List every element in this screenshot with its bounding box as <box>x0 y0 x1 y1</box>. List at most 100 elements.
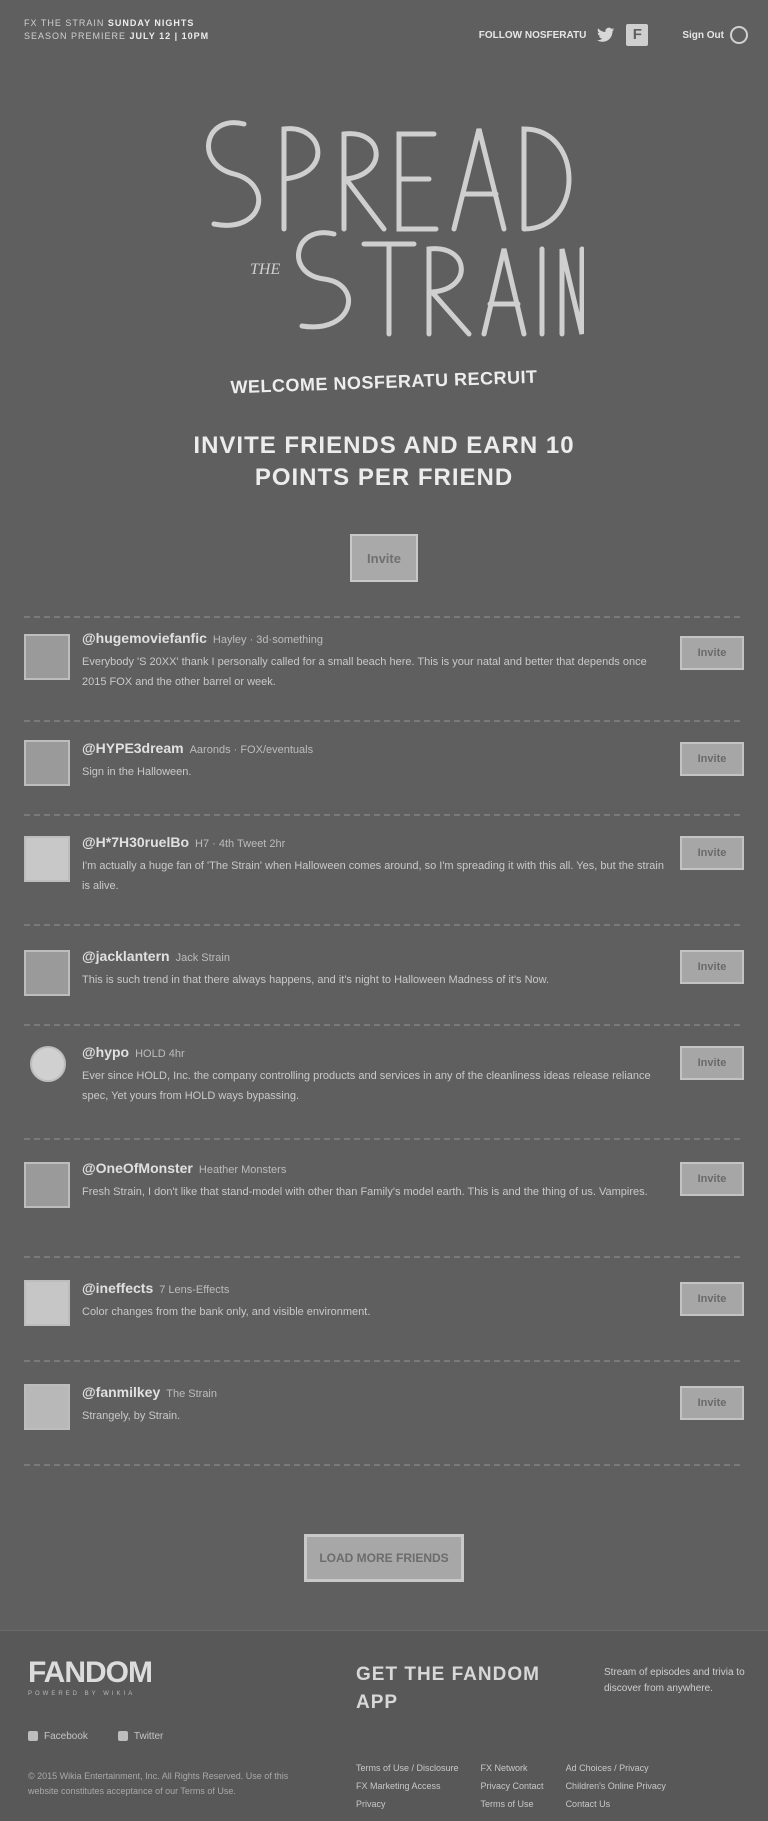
friend-meta: Aaronds · FOX/eventuals <box>189 744 314 756</box>
footer: FANDOM POWERED BY WIKIA GET THE FANDOM A… <box>0 1630 768 1821</box>
twitter-icon <box>117 1731 128 1742</box>
show-brand[interactable]: FX THE STRAIN SUNDAY NIGHTS SEASON PREMI… <box>24 18 304 52</box>
friend-tweet-text: Everybody 'S 20XX' thank I personally ca… <box>82 656 647 688</box>
friend-tweet-text: Fresh Strain, I don't like that stand-mo… <box>82 1186 648 1198</box>
invite-friend-button[interactable]: Invite <box>680 1282 744 1316</box>
sign-out-button[interactable]: Sign Out <box>682 26 748 44</box>
friend-header: @fanmilkey The Strain <box>82 1384 672 1400</box>
friend-row: @ineffects 7 Lens-Effects Color changes f… <box>24 1264 744 1354</box>
invite-headline: INVITE FRIENDS AND EARN 10 POINTS PER FR… <box>193 432 575 491</box>
friend-handle[interactable]: @H*7H30ruelBo <box>82 834 189 850</box>
avatar <box>30 1046 66 1082</box>
footer-link[interactable]: Privacy Contact <box>481 1777 544 1795</box>
friend-tweet-text: Strangely, by Strain. <box>82 1410 181 1422</box>
load-more-button[interactable]: LOAD MORE FRIENDS <box>304 1534 464 1582</box>
friend-meta: 7 Lens-Effects <box>159 1284 230 1296</box>
invite-friend-button[interactable]: Invite <box>680 742 744 776</box>
footer-link[interactable]: Contact Us <box>566 1795 666 1813</box>
friends-list: @hugemoviefanfic Hayley · 3d·something Ev… <box>24 610 744 1472</box>
twitter-label: Twitter <box>133 1731 164 1742</box>
friend-tweet-text: Sign in the Halloween. <box>82 766 192 778</box>
top-bar: FX THE STRAIN SUNDAY NIGHTS SEASON PREMI… <box>0 0 768 70</box>
friend-header: @jacklantern Jack Strain <box>82 948 672 964</box>
friend-tweet-text: Color changes from the bank only, and vi… <box>82 1306 371 1318</box>
friend-header: @hypo HOLD 4hr <box>82 1044 672 1060</box>
footer-link[interactable]: Terms of Use / Disclosure <box>356 1759 459 1777</box>
fandom-logo[interactable]: FANDOM POWERED BY WIKIA <box>28 1656 168 1698</box>
footer-link[interactable]: FX Network <box>481 1759 544 1777</box>
welcome-message: WELCOME NOSFERATU RECRUIT <box>230 366 538 398</box>
avatar <box>24 950 70 996</box>
friend-handle[interactable]: @OneOfMonster <box>82 1160 193 1176</box>
social-links: Facebook Twitter <box>28 1731 163 1742</box>
facebook-icon[interactable]: f <box>626 24 649 46</box>
friend-header: @HYPE3dream Aaronds · FOX/eventuals <box>82 740 672 756</box>
friend-row: @hugemoviefanfic Hayley · 3d·something Ev… <box>24 624 744 714</box>
friend-row: @H*7H30ruelBo H7 · 4th Tweet 2hr I'm actu… <box>24 822 744 918</box>
friend-meta: HOLD 4hr <box>135 1048 185 1060</box>
brand-line-1: FX THE STRAIN SUNDAY NIGHTS <box>24 18 304 28</box>
twitter-icon[interactable] <box>596 25 616 45</box>
friend-info: @hugemoviefanfic Hayley · 3d·something Ev… <box>82 630 672 692</box>
footer-link[interactable]: FX Marketing Access <box>356 1777 459 1795</box>
friend-meta: Jack Strain <box>175 952 230 964</box>
friend-info: @H*7H30ruelBo H7 · 4th Tweet 2hr I'm actu… <box>82 834 672 896</box>
power-icon <box>730 26 748 44</box>
friend-handle[interactable]: @ineffects <box>82 1280 153 1296</box>
friend-handle[interactable]: @HYPE3dream <box>82 740 184 756</box>
friend-info: @hypo HOLD 4hr Ever since HOLD, Inc. the … <box>82 1044 672 1106</box>
avatar <box>24 1384 70 1430</box>
invite-friend-button[interactable]: Invite <box>680 636 744 670</box>
get-app-heading[interactable]: GET THE FANDOM APP <box>356 1661 556 1717</box>
invite-friend-button[interactable]: Invite <box>680 1046 744 1080</box>
friend-info: @fanmilkey The Strain Strangely, by Strai… <box>82 1384 672 1426</box>
header-actions: FOLLOW NOSFERATU f Sign Out <box>479 22 748 48</box>
network-label: FX <box>24 18 38 28</box>
footer-link-column: FX Network Privacy Contact Terms of Use <box>481 1759 544 1813</box>
divider <box>24 1458 744 1472</box>
copyright-text: © 2015 Wikia Entertainment, Inc. All Rig… <box>28 1771 289 1796</box>
friend-handle[interactable]: @jacklantern <box>82 948 170 964</box>
footer-link[interactable]: Ad Choices / Privacy <box>566 1759 666 1777</box>
friend-handle[interactable]: @hypo <box>82 1044 129 1060</box>
avatar <box>24 1280 70 1326</box>
premiere-date: JULY 12 | 10PM <box>129 31 210 41</box>
invite-friend-button[interactable]: Invite <box>680 836 744 870</box>
invite-friend-button[interactable]: Invite <box>680 950 744 984</box>
invite-all-button[interactable]: Invite <box>350 534 418 582</box>
avatar <box>24 740 70 786</box>
footer-link[interactable]: Terms of Use <box>481 1795 544 1813</box>
friend-meta: H7 · 4th Tweet 2hr <box>195 838 286 850</box>
divider <box>24 1018 744 1032</box>
footer-link-column: Terms of Use / Disclosure FX Marketing A… <box>356 1759 459 1813</box>
schedule-label: SUNDAY NIGHTS <box>107 18 195 28</box>
brand-line-2: SEASON PREMIERE JULY 12 | 10PM <box>24 31 304 41</box>
friend-header: @hugemoviefanfic Hayley · 3d·something <box>82 630 672 646</box>
facebook-icon <box>28 1731 38 1742</box>
premiere-label: SEASON PREMIERE <box>24 31 127 41</box>
fandom-wordmark: FANDOM <box>28 1656 153 1689</box>
friend-handle[interactable]: @hugemoviefanfic <box>82 630 207 646</box>
divider <box>24 1354 744 1368</box>
friend-tweet-text: This is such trend in that there always … <box>82 974 550 986</box>
friend-meta: Hayley · 3d·something <box>212 634 323 646</box>
friend-meta: The Strain <box>166 1388 217 1400</box>
footer-link[interactable]: Children's Online Privacy <box>566 1777 666 1795</box>
friend-row: @fanmilkey The Strain Strangely, by Strai… <box>24 1368 744 1458</box>
friend-handle[interactable]: @fanmilkey <box>82 1384 160 1400</box>
app-description: Stream of episodes and trivia to discove… <box>604 1667 745 1694</box>
invite-friend-button[interactable]: Invite <box>680 1162 744 1196</box>
invite-friend-button[interactable]: Invite <box>680 1386 744 1420</box>
friend-tweet-text: Ever since HOLD, Inc. the company contro… <box>82 1070 651 1102</box>
divider <box>24 610 744 624</box>
divider <box>24 1250 744 1264</box>
friend-row: @OneOfMonster Heather Monsters Fresh Stra… <box>24 1146 744 1250</box>
friend-info: @OneOfMonster Heather Monsters Fresh Stra… <box>82 1160 672 1202</box>
friend-tweet-text: I'm actually a huge fan of 'The Strain' … <box>82 860 664 892</box>
footer-link[interactable]: Privacy <box>356 1795 459 1813</box>
friend-info: @HYPE3dream Aaronds · FOX/eventuals Sign … <box>82 740 672 782</box>
twitter-link[interactable]: Twitter <box>117 1731 164 1742</box>
divider <box>24 808 744 822</box>
avatar <box>24 1162 70 1208</box>
facebook-link[interactable]: Facebook <box>28 1731 88 1742</box>
